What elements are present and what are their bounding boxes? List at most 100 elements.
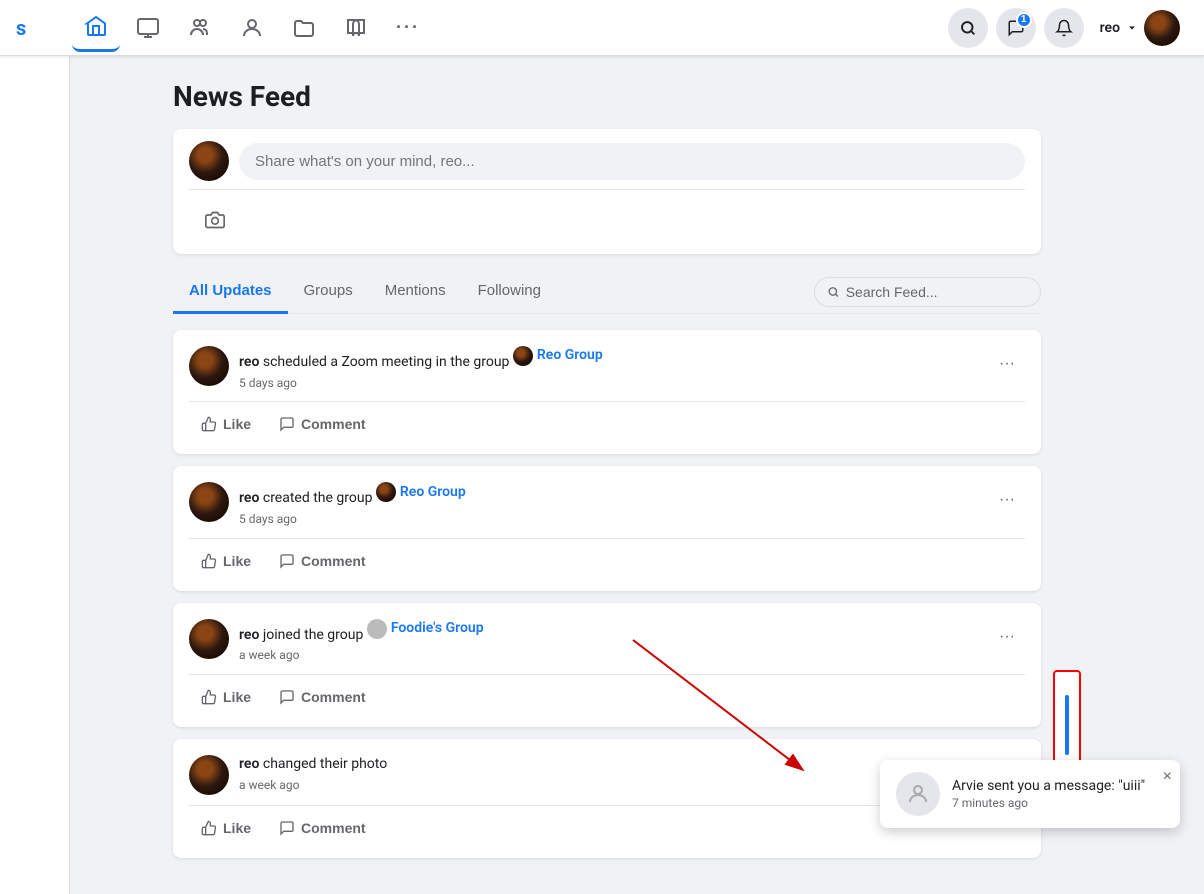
feed-user-name: reo xyxy=(239,354,259,370)
like-btn[interactable]: Like xyxy=(189,547,263,575)
comment-icon xyxy=(279,689,295,705)
feed-action-text: scheduled a Zoom meeting in the group xyxy=(263,354,513,370)
feed-item-avatar xyxy=(189,346,229,386)
more-dots-icon: ··· xyxy=(999,491,1015,509)
feed-item-info: reo joined the group Foodie's Group a we… xyxy=(239,619,484,664)
thumbs-up-icon xyxy=(201,689,217,705)
feed-item-more-btn[interactable]: ··· xyxy=(989,346,1025,382)
notification-content: Arvie sent you a message: "uiii" 7 minut… xyxy=(952,778,1145,810)
post-avatar xyxy=(189,141,229,181)
notifications-btn[interactable] xyxy=(1044,8,1084,48)
feed-item-more-btn[interactable]: ··· xyxy=(989,482,1025,518)
feed-item-avatar xyxy=(189,619,229,659)
feed-item-left: reo scheduled a Zoom meeting in the grou… xyxy=(189,346,603,391)
thumbs-up-icon xyxy=(201,820,217,836)
tab-groups[interactable]: Groups xyxy=(288,270,369,314)
feed-item-left: reo changed their photo a week ago xyxy=(189,755,387,795)
group-mini-avatar xyxy=(513,346,533,366)
feed-group-link[interactable]: Reo Group xyxy=(513,346,603,366)
feed-group-link[interactable]: Foodie's Group xyxy=(367,619,484,639)
user-menu[interactable]: reo xyxy=(1092,6,1188,50)
feed-item: reo joined the group Foodie's Group a we… xyxy=(173,603,1041,727)
nav-home-btn[interactable] xyxy=(72,4,120,52)
feed-item-time: 5 days ago xyxy=(239,375,603,392)
post-input-row xyxy=(189,141,1025,181)
camera-icon xyxy=(205,210,225,230)
feed-group-link[interactable]: Reo Group xyxy=(376,482,466,502)
comment-label: Comment xyxy=(301,820,366,836)
nav-book-btn[interactable] xyxy=(332,4,380,52)
comment-btn[interactable]: Comment xyxy=(267,683,378,711)
tab-following[interactable]: Following xyxy=(462,270,557,314)
notification-time: 7 minutes ago xyxy=(952,796,1145,810)
comment-btn[interactable]: Comment xyxy=(267,547,378,575)
scrollbar-indicator xyxy=(1065,695,1069,755)
feed-item-actions: Like Comment xyxy=(189,410,1025,438)
feed-item-more-btn[interactable]: ··· xyxy=(989,619,1025,655)
search-icon xyxy=(827,285,840,299)
more-dots-icon: ··· xyxy=(999,355,1015,373)
feed-search-box[interactable] xyxy=(814,277,1041,307)
comment-label: Comment xyxy=(301,689,366,705)
feed-group-name: Foodie's Group xyxy=(391,619,484,639)
feed-item-text: reo created the group Reo Group xyxy=(239,482,466,509)
nav-community-btn[interactable] xyxy=(176,4,224,52)
like-btn[interactable]: Like xyxy=(189,814,263,842)
post-input[interactable] xyxy=(239,143,1025,180)
feed-user-name: reo xyxy=(239,627,259,643)
post-box xyxy=(173,129,1041,254)
feed-item: reo scheduled a Zoom meeting in the grou… xyxy=(173,330,1041,454)
feed-item-divider xyxy=(189,538,1025,539)
comment-btn[interactable]: Comment xyxy=(267,410,378,438)
nav-folder-btn[interactable] xyxy=(280,4,328,52)
like-btn[interactable]: Like xyxy=(189,410,263,438)
messages-btn[interactable]: 1 xyxy=(996,8,1036,48)
like-btn[interactable]: Like xyxy=(189,683,263,711)
feed-item-info: reo created the group Reo Group 5 days a… xyxy=(239,482,466,527)
feed-item-actions: Like Comment xyxy=(189,547,1025,575)
feed-search-input[interactable] xyxy=(846,284,1028,300)
feed-item-left: reo created the group Reo Group 5 days a… xyxy=(189,482,466,527)
feed-user-name: reo xyxy=(239,756,259,772)
notification-avatar xyxy=(896,772,940,816)
comment-label: Comment xyxy=(301,553,366,569)
feed-item-divider xyxy=(189,674,1025,675)
feed-item-header: reo scheduled a Zoom meeting in the grou… xyxy=(189,346,1025,391)
like-label: Like xyxy=(223,553,251,569)
comment-icon xyxy=(279,416,295,432)
feed-group-name: Reo Group xyxy=(400,483,466,503)
notification-close-btn[interactable]: × xyxy=(1163,768,1172,786)
thumbs-up-icon xyxy=(201,553,217,569)
feed-action-text: created the group xyxy=(263,490,376,506)
feed-item-text: reo scheduled a Zoom meeting in the grou… xyxy=(239,346,603,373)
feed-item-text: reo changed their photo xyxy=(239,755,387,775)
user-name-label: reo xyxy=(1100,20,1120,36)
page-title: News Feed xyxy=(173,80,1041,113)
nav-chat-btn[interactable] xyxy=(124,4,172,52)
like-label: Like xyxy=(223,416,251,432)
feed-item-info: reo scheduled a Zoom meeting in the grou… xyxy=(239,346,603,391)
like-label: Like xyxy=(223,689,251,705)
feed-item-time: 5 days ago xyxy=(239,511,466,528)
nav-icon-group: ··· xyxy=(72,4,948,52)
add-photo-btn[interactable] xyxy=(189,202,241,238)
comment-btn[interactable]: Comment xyxy=(267,814,378,842)
post-divider xyxy=(189,189,1025,190)
comment-icon xyxy=(279,820,295,836)
feed-item-header: reo joined the group Foodie's Group a we… xyxy=(189,619,1025,664)
comment-label: Comment xyxy=(301,416,366,432)
notification-message: Arvie sent you a message: "uiii" xyxy=(952,778,1145,794)
more-dots-icon: ··· xyxy=(999,628,1015,646)
nav-more-btn[interactable]: ··· xyxy=(384,4,432,52)
tab-all-updates[interactable]: All Updates xyxy=(173,270,288,314)
group-mini-avatar xyxy=(376,482,396,502)
nav-profile-btn[interactable] xyxy=(228,4,276,52)
feed-item-text: reo joined the group Foodie's Group xyxy=(239,619,484,646)
feed-action-text: changed their photo xyxy=(263,756,387,772)
search-btn[interactable] xyxy=(948,8,988,48)
feed-item-actions: Like Comment xyxy=(189,683,1025,711)
feed-item-time: a week ago xyxy=(239,777,387,794)
comment-icon xyxy=(279,553,295,569)
feed-group-name: Reo Group xyxy=(537,346,603,366)
tab-mentions[interactable]: Mentions xyxy=(369,270,462,314)
